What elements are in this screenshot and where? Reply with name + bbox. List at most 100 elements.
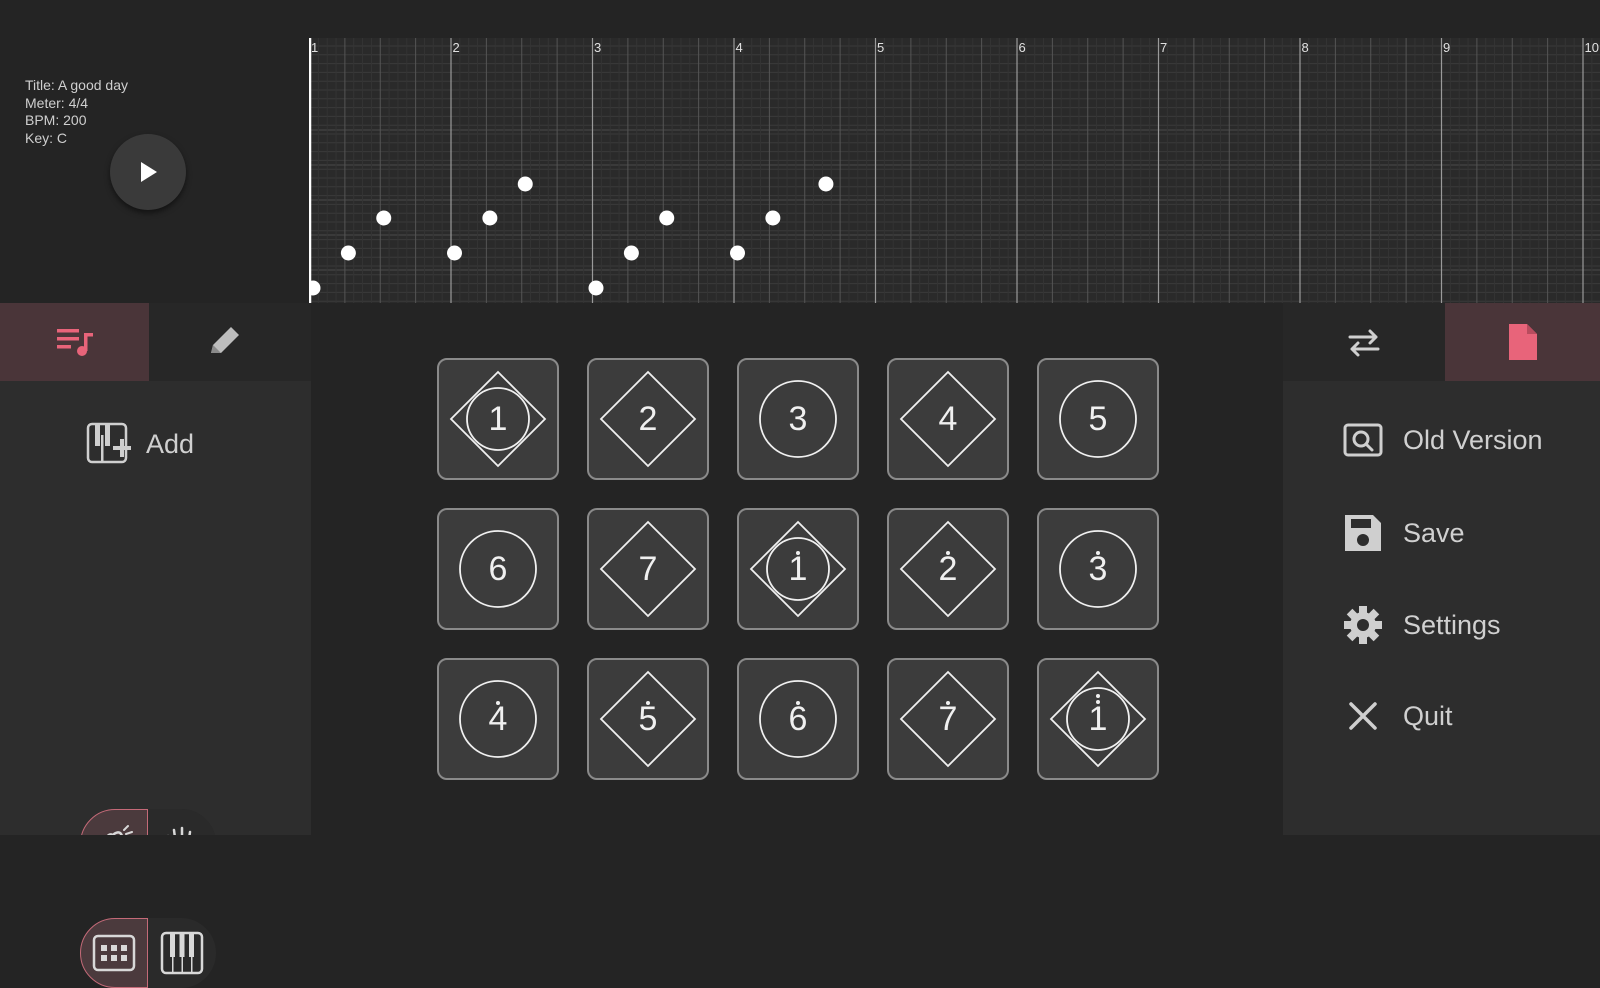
piano-layout-option[interactable] — [148, 918, 216, 988]
add-measure-icon — [86, 422, 131, 464]
note-pad[interactable]: 3 — [737, 358, 859, 480]
note-pad[interactable]: 4 — [437, 658, 559, 780]
close-icon — [1349, 702, 1377, 730]
note-pad[interactable]: 5 — [1037, 358, 1159, 480]
pad-note-label: 7 — [638, 549, 658, 588]
bar-number-label: 2 — [453, 40, 460, 55]
add-button[interactable]: Add — [86, 421, 194, 467]
grid-icon — [92, 934, 136, 972]
note-pad[interactable]: 4 — [887, 358, 1009, 480]
song-meter: Meter: 4/4 — [25, 94, 89, 111]
search-window-icon — [1343, 423, 1383, 457]
bar-number-label: 5 — [877, 40, 884, 55]
octave-dot — [1096, 694, 1100, 698]
menu-save[interactable]: Save — [1343, 513, 1465, 553]
pad-note-label: 2 — [638, 399, 658, 438]
note-pad[interactable]: 6 — [437, 508, 559, 630]
pad-note-label: 6 — [788, 699, 808, 738]
note-pad[interactable]: 7 — [887, 658, 1009, 780]
note-pad[interactable]: 1 — [437, 358, 559, 480]
note-pad[interactable]: 1 — [737, 508, 859, 630]
timeline-note[interactable] — [482, 210, 498, 226]
pad-note-label: 1 — [488, 399, 508, 438]
pad-note-label: 7 — [938, 699, 958, 738]
pad-note-label: 3 — [788, 399, 808, 438]
song-key: Key: C — [25, 129, 68, 146]
bottom-bar — [0, 835, 1600, 900]
top-bar — [0, 0, 1600, 38]
timeline-canvas[interactable]: 1 2 3 4 5 6 7 8 9 10 — [309, 38, 1600, 303]
timeline-note[interactable] — [818, 176, 834, 192]
pad-note-label: 6 — [488, 549, 508, 588]
pad-note-label: 4 — [938, 399, 958, 438]
swap-arrows-icon — [1348, 329, 1380, 357]
pad-note-label: 3 — [1088, 549, 1108, 588]
bar-number-label: 4 — [736, 40, 743, 55]
octave-dot — [946, 551, 950, 555]
save-label: Save — [1403, 517, 1465, 548]
timeline-note[interactable] — [447, 245, 462, 261]
right-panel: Old Version Save Settings Quit — [1283, 303, 1600, 835]
layout-toggle — [80, 918, 216, 988]
left-panel: Add — [0, 303, 311, 988]
menu-quit[interactable]: Quit — [1343, 696, 1453, 736]
bar-number-label: 1 — [311, 40, 318, 55]
bar-number-label: 8 — [1302, 40, 1309, 55]
timeline-note[interactable] — [659, 210, 675, 226]
timeline-note[interactable] — [623, 245, 639, 261]
octave-dot — [1096, 551, 1100, 555]
note-pad[interactable]: 1 — [1037, 658, 1159, 780]
tab-song-list[interactable] — [0, 303, 149, 381]
octave-dot — [496, 701, 500, 705]
timeline-note[interactable] — [765, 210, 781, 226]
pad-note-label: 5 — [638, 699, 658, 738]
bar-number-label: 3 — [594, 40, 601, 55]
settings-label: Settings — [1403, 609, 1501, 640]
timeline-note[interactable] — [588, 280, 604, 296]
tab-file[interactable] — [1445, 303, 1600, 381]
timeline-note[interactable] — [376, 210, 392, 226]
add-label: Add — [146, 428, 195, 459]
pad-note-label: 5 — [1088, 399, 1108, 438]
bar-number-label: 7 — [1160, 40, 1167, 55]
bar-number-label: 9 — [1443, 40, 1450, 55]
note-pad[interactable]: 5 — [587, 658, 709, 780]
timeline-note[interactable] — [517, 176, 533, 192]
note-pad[interactable]: 2 — [887, 508, 1009, 630]
timeline-grid[interactable]: 1 2 3 4 5 6 7 8 9 10 — [309, 38, 1600, 303]
octave-dot — [946, 701, 950, 705]
grid-layout-option[interactable] — [80, 918, 148, 988]
note-pad[interactable]: 6 — [737, 658, 859, 780]
tab-edit[interactable] — [149, 303, 298, 381]
pad-note-label: 2 — [938, 549, 958, 588]
gear-icon — [1344, 606, 1382, 644]
pencil-icon — [210, 327, 239, 353]
piano-icon — [160, 931, 204, 975]
timeline-note[interactable] — [340, 245, 356, 261]
music-list-icon — [56, 329, 93, 356]
file-icon — [1508, 324, 1537, 360]
bar-number-label: 6 — [1019, 40, 1026, 55]
timeline-note[interactable] — [730, 245, 745, 261]
song-info: Title: A good day Meter: 4/4 BPM: 200 Ke… — [25, 77, 128, 147]
old-version-label: Old Version — [1403, 424, 1543, 455]
song-title: Title: A good day — [25, 77, 128, 93]
save-icon — [1345, 515, 1381, 551]
note-pad[interactable]: 3 — [1037, 508, 1159, 630]
octave-dot — [796, 551, 800, 555]
bar-number-label: 10 — [1585, 40, 1599, 55]
pad-note-label: 1 — [788, 549, 808, 588]
quit-label: Quit — [1403, 700, 1453, 731]
octave-dot — [646, 701, 650, 705]
pad-note-label: 4 — [488, 699, 508, 738]
menu-old-version[interactable]: Old Version — [1343, 423, 1543, 457]
pad-note-label: 1 — [1088, 699, 1108, 738]
octave-dot — [1096, 700, 1100, 704]
note-pad[interactable]: 2 — [587, 358, 709, 480]
note-pad[interactable]: 7 — [587, 508, 709, 630]
play-button[interactable] — [110, 134, 186, 210]
menu-settings[interactable]: Settings — [1343, 605, 1501, 645]
octave-dot — [796, 701, 800, 705]
song-bpm: BPM: 200 — [25, 112, 87, 128]
tab-swap[interactable] — [1283, 303, 1445, 381]
